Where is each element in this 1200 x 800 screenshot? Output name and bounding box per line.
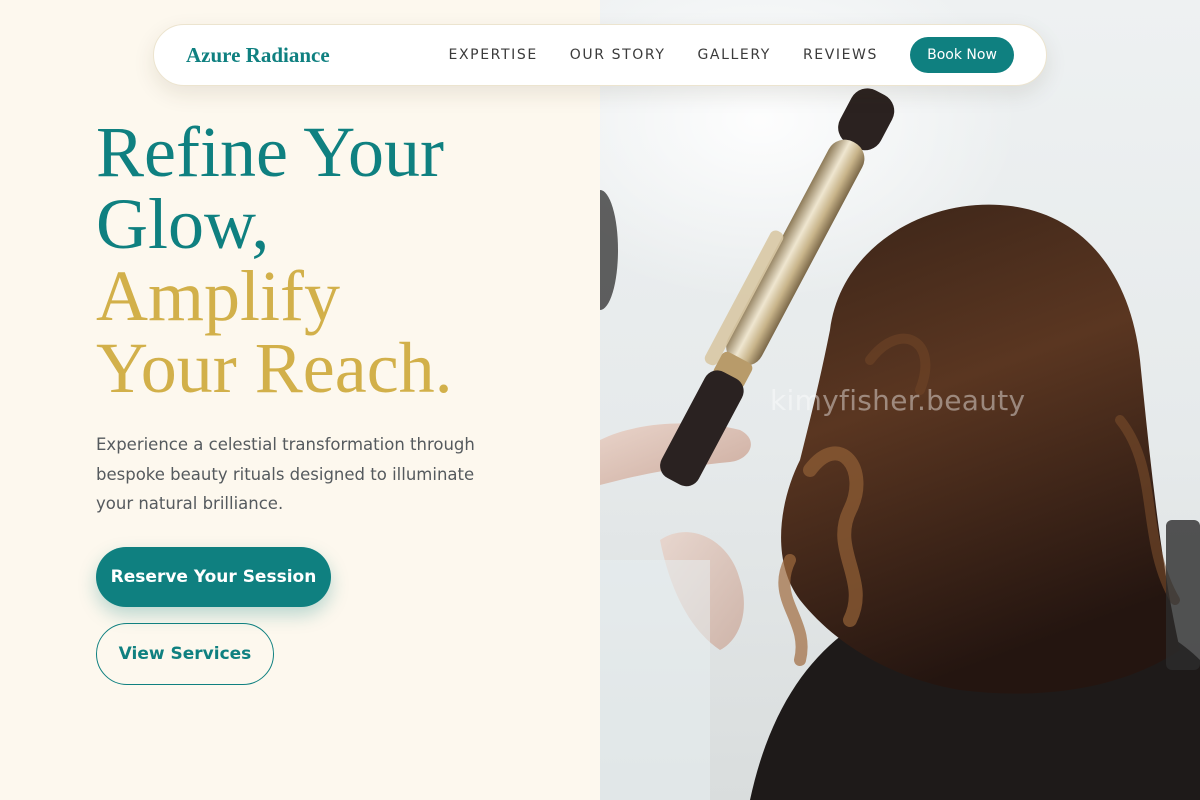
headline-line-4: Your Reach. (96, 328, 453, 408)
headline-line-2: Glow, (96, 184, 270, 264)
landing-page: kimyfisher.beauty Azure Radiance EXPERTI… (0, 0, 1200, 800)
book-now-button[interactable]: Book Now (910, 37, 1014, 73)
hero-description: Experience a celestial transformation th… (96, 435, 475, 513)
headline-line-1: Refine Your (96, 112, 445, 192)
nav-link-expertise[interactable]: EXPERTISE (449, 47, 538, 63)
hero-photo: kimyfisher.beauty (600, 0, 1200, 800)
headline-line-3: Amplify (96, 256, 340, 336)
nav-link-gallery[interactable]: GALLERY (697, 47, 770, 63)
nav-links: EXPERTISE OUR STORY GALLERY REVIEWS Book… (449, 37, 1014, 73)
top-navigation: Azure Radiance EXPERTISE OUR STORY GALLE… (153, 24, 1047, 86)
brand-logo[interactable]: Azure Radiance (186, 43, 330, 68)
hero-headline: Refine Your Glow, Amplify Your Reach. (96, 116, 576, 404)
hero-section: Refine Your Glow, Amplify Your Reach. Ex… (96, 116, 576, 685)
nav-link-our-story[interactable]: OUR STORY (570, 47, 666, 63)
nav-link-reviews[interactable]: REVIEWS (803, 47, 878, 63)
photo-watermark: kimyfisher.beauty (770, 384, 1026, 417)
reserve-session-button[interactable]: Reserve Your Session (96, 547, 331, 607)
view-services-button[interactable]: View Services (96, 623, 274, 685)
